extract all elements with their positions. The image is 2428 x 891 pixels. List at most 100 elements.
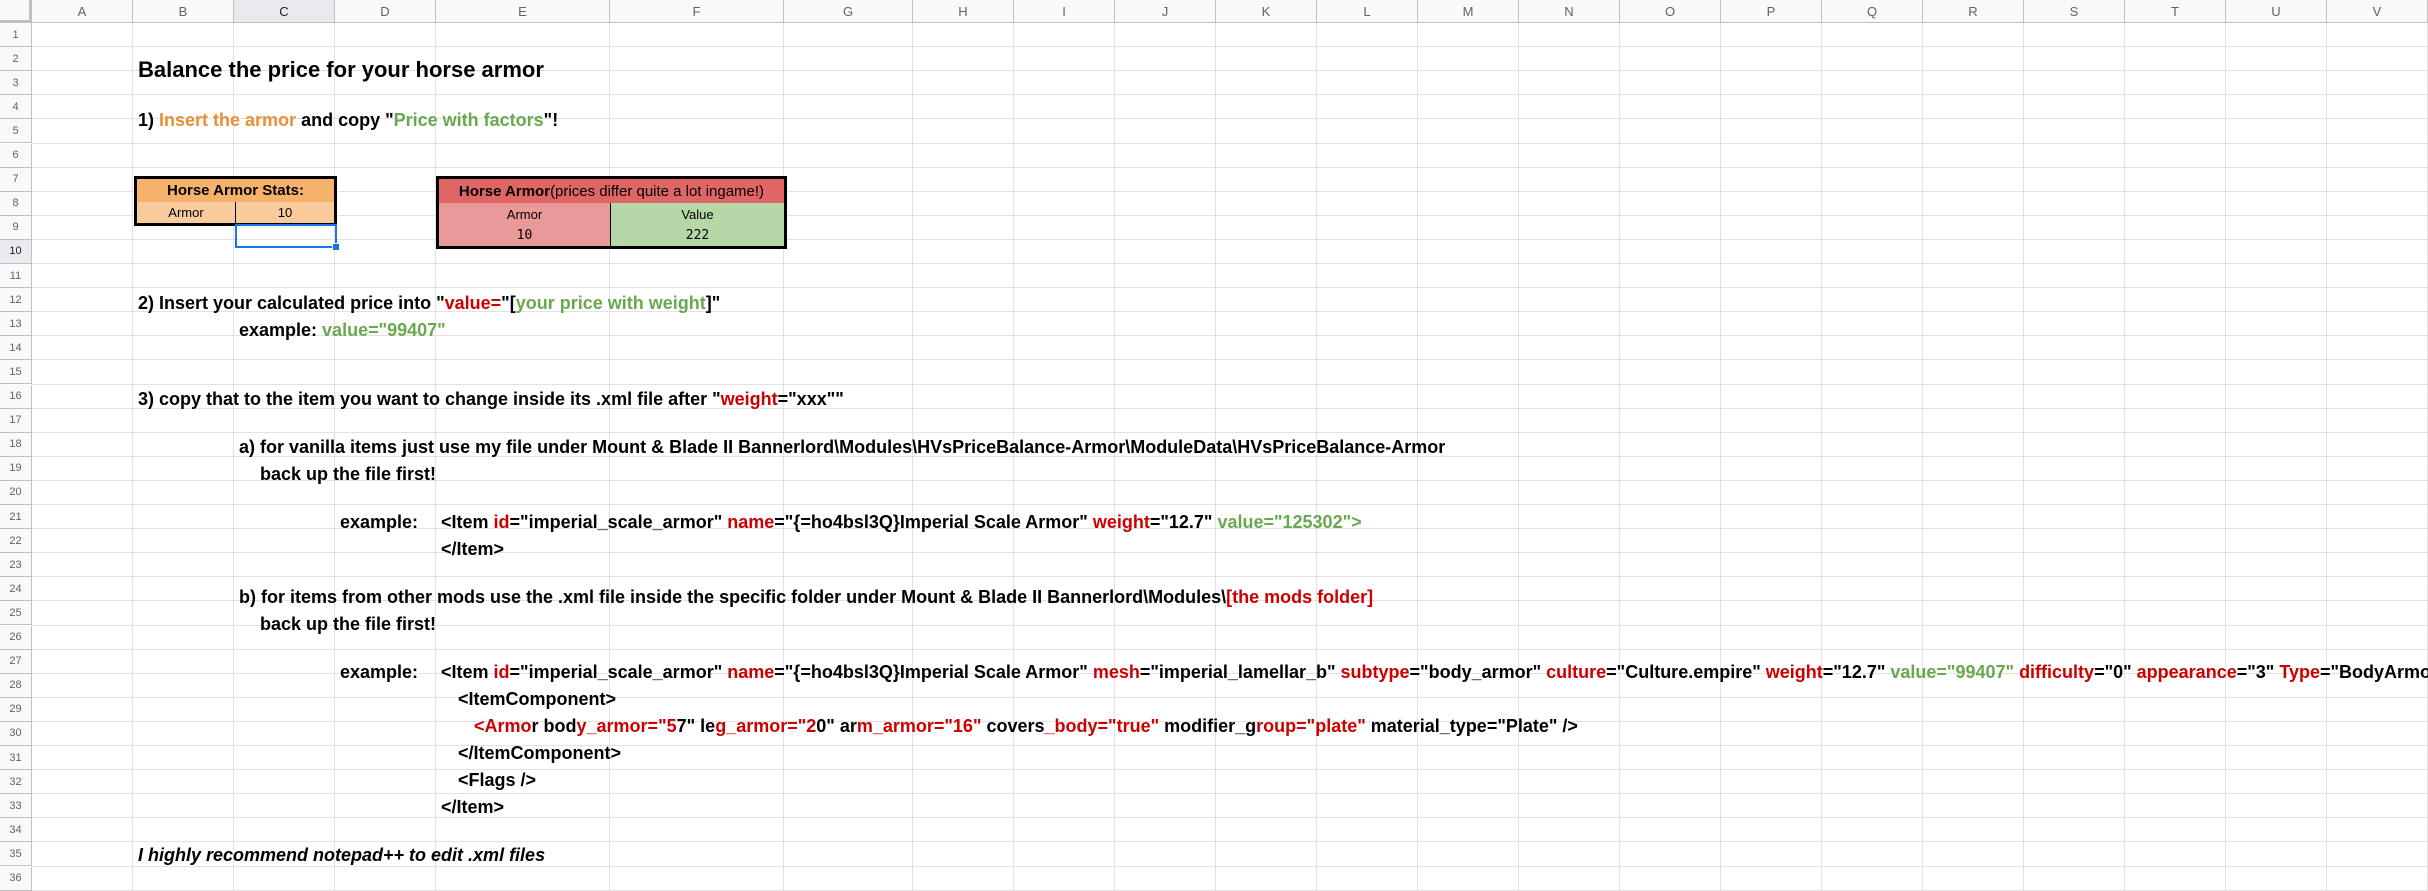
column-header-e[interactable]: E [436, 0, 610, 23]
column-gridline [2225, 23, 2226, 891]
step1-prefix: 1) [138, 110, 160, 130]
column-header-k[interactable]: K [1216, 0, 1317, 23]
step3b-mods-folder: [the mods folder] [1226, 587, 1374, 607]
row-header-35[interactable]: 35 [0, 842, 32, 867]
step2-text: 2) Insert your calculated price into "va… [138, 290, 720, 317]
row-header-13[interactable]: 13 [0, 312, 32, 337]
armor-line-segment: mo [1159, 716, 1192, 736]
price-title[interactable]: Horse Armor (prices differ quite a lot i… [436, 176, 787, 204]
row-gridline [32, 552, 2428, 554]
row-gridline [32, 889, 2428, 891]
row-gridline [32, 793, 2428, 795]
armor-line-segment: <Armo [474, 716, 532, 736]
item-component-close: </ItemComponent> [458, 743, 622, 763]
row-header-1[interactable]: 1 [0, 23, 32, 48]
ex2-subtype-kw: subtype [1340, 662, 1410, 682]
row-header-12[interactable]: 12 [0, 288, 32, 313]
price-col-value[interactable]: Value [611, 203, 787, 226]
column-header-d[interactable]: D [335, 0, 436, 23]
column-header-s[interactable]: S [2024, 0, 2125, 23]
stats-armor-label[interactable]: Armor [134, 202, 236, 226]
row-header-32[interactable]: 32 [0, 770, 32, 795]
row-header-9[interactable]: 9 [0, 215, 32, 240]
price-value[interactable]: 222 [611, 225, 787, 249]
row-header-19[interactable]: 19 [0, 456, 32, 481]
ex2-id-kw: id [493, 662, 510, 682]
column-header-q[interactable]: Q [1822, 0, 1923, 23]
armor-line-segment: m_armor="16" [856, 716, 982, 736]
step1-middle: and copy " [296, 110, 394, 130]
price-armor-value[interactable]: 10 [436, 225, 611, 249]
step3b-line1: b) for items from other mods use the .xm… [239, 584, 1373, 611]
row-header-17[interactable]: 17 [0, 408, 32, 433]
row-header-14[interactable]: 14 [0, 336, 32, 361]
column-header-a[interactable]: A [32, 0, 133, 23]
row-header-27[interactable]: 27 [0, 649, 32, 674]
price-col-armor[interactable]: Armor [436, 203, 611, 226]
row-header-31[interactable]: 31 [0, 746, 32, 771]
column-header-r[interactable]: R [1923, 0, 2024, 23]
row-header-26[interactable]: 26 [0, 625, 32, 650]
column-header-c[interactable]: C [234, 0, 335, 23]
column-header-b[interactable]: B [133, 0, 234, 23]
row-gridline [32, 263, 2428, 264]
column-header-p[interactable]: P [1721, 0, 1822, 23]
row-header-10[interactable]: 10 [0, 239, 32, 264]
column-header-h[interactable]: H [913, 0, 1014, 23]
row-header-2[interactable]: 2 [0, 47, 32, 72]
column-header-m[interactable]: M [1418, 0, 1519, 23]
column-header-n[interactable]: N [1519, 0, 1620, 23]
step2-example: example: value="99407" [239, 317, 446, 344]
row-header-23[interactable]: 23 [0, 553, 32, 578]
step3b-example-line: <Item id="imperial_scale_armor" name="{=… [441, 659, 2428, 686]
step2-your-price: your price with weight [515, 293, 706, 313]
row-header-11[interactable]: 11 [0, 264, 32, 289]
row-header-21[interactable]: 21 [0, 505, 32, 530]
row-header-28[interactable]: 28 [0, 673, 32, 698]
row-header-8[interactable]: 8 [0, 191, 32, 216]
row-header-16[interactable]: 16 [0, 384, 32, 409]
row-header-29[interactable]: 29 [0, 697, 32, 722]
ex2-p5: ="body_armor" [1409, 662, 1547, 682]
ex1-value: value="125302"> [1217, 512, 1362, 532]
armor-line-segment: y_armor="5 [576, 716, 677, 736]
row-header-5[interactable]: 5 [0, 119, 32, 144]
row-header-25[interactable]: 25 [0, 601, 32, 626]
column-header-g[interactable]: G [784, 0, 913, 23]
column-header-v[interactable]: V [2327, 0, 2428, 23]
row-header-4[interactable]: 4 [0, 95, 32, 120]
row-header-18[interactable]: 18 [0, 432, 32, 457]
row-gridline [32, 214, 2428, 216]
row-header-6[interactable]: 6 [0, 143, 32, 168]
row-header-34[interactable]: 34 [0, 818, 32, 843]
row-header-30[interactable]: 30 [0, 721, 32, 746]
row-header-7[interactable]: 7 [0, 167, 32, 192]
column-header-l[interactable]: L [1317, 0, 1418, 23]
column-header-f[interactable]: F [610, 0, 784, 23]
armor-line-segment: difier_g [1191, 716, 1257, 736]
row-header-24[interactable]: 24 [0, 577, 32, 602]
row-gridline [32, 142, 2428, 144]
row-header-33[interactable]: 33 [0, 794, 32, 819]
stats-armor-value[interactable]: 10 [236, 202, 337, 226]
column-header-o[interactable]: O [1620, 0, 1721, 23]
row-header-36[interactable]: 36 [0, 866, 32, 891]
step3-text: 3) copy that to the item you want to cha… [138, 386, 844, 413]
select-all-corner[interactable] [0, 0, 32, 23]
selected-cell[interactable] [235, 224, 337, 248]
column-header-u[interactable]: U [2226, 0, 2327, 23]
row-header-15[interactable]: 15 [0, 360, 32, 385]
step3b-example-label: example: [340, 662, 419, 682]
fill-handle[interactable] [332, 243, 340, 251]
row-header-20[interactable]: 20 [0, 480, 32, 505]
column-header-t[interactable]: T [2125, 0, 2226, 23]
armor-line-segment: g_armor="2 [715, 716, 817, 736]
column-header-j[interactable]: J [1115, 0, 1216, 23]
ex2-p3: ="{=ho4bsl3Q}Imperial Scale Armor" [774, 662, 1093, 682]
row-header-3[interactable]: 3 [0, 71, 32, 96]
step1-text: 1) Insert the armor and copy "Price with… [138, 107, 558, 134]
stats-title[interactable]: Horse Armor Stats: [134, 176, 337, 203]
row-header-22[interactable]: 22 [0, 529, 32, 554]
row-gridline [32, 238, 2428, 240]
column-header-i[interactable]: I [1014, 0, 1115, 23]
